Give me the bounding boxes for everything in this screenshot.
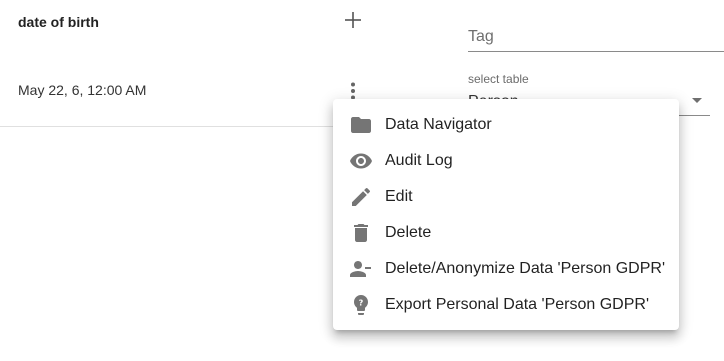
menu-item-export-personal-data[interactable]: ? Export Personal Data 'Person GDPR'	[333, 287, 679, 323]
menu-item-label: Export Personal Data 'Person GDPR'	[385, 296, 649, 313]
menu-item-data-navigator[interactable]: Data Navigator	[333, 107, 679, 143]
menu-item-label: Edit	[385, 188, 413, 205]
pencil-icon	[349, 185, 373, 209]
plus-icon	[345, 12, 361, 28]
tag-field[interactable]	[468, 20, 724, 52]
table-cell-date-of-birth: May 22, 6, 12:00 AM	[18, 82, 147, 98]
more-vertical-icon	[351, 82, 355, 100]
menu-item-audit-log[interactable]: Audit Log	[333, 143, 679, 179]
menu-item-delete-anonymize[interactable]: Delete/Anonymize Data 'Person GDPR'	[333, 251, 679, 287]
menu-item-edit[interactable]: Edit	[333, 179, 679, 215]
svg-text:?: ?	[359, 299, 364, 308]
tag-input[interactable]	[468, 20, 724, 50]
folder-icon	[349, 113, 373, 137]
trash-icon	[349, 221, 373, 245]
add-button[interactable]	[339, 6, 367, 34]
menu-item-label: Delete	[385, 224, 432, 241]
menu-item-label: Audit Log	[385, 152, 453, 169]
person-remove-icon	[349, 257, 373, 281]
menu-item-label: Data Navigator	[385, 116, 492, 133]
context-menu: Data Navigator Audit Log Edit Delete Del…	[333, 99, 679, 330]
eye-icon	[349, 149, 373, 173]
menu-item-delete[interactable]: Delete	[333, 215, 679, 251]
column-header-date-of-birth: date of birth	[18, 14, 99, 30]
menu-item-label: Delete/Anonymize Data 'Person GDPR'	[385, 260, 666, 277]
person-question-icon: ?	[349, 293, 373, 317]
select-table-label: select table	[468, 72, 529, 86]
dropdown-arrow-icon	[692, 98, 702, 103]
